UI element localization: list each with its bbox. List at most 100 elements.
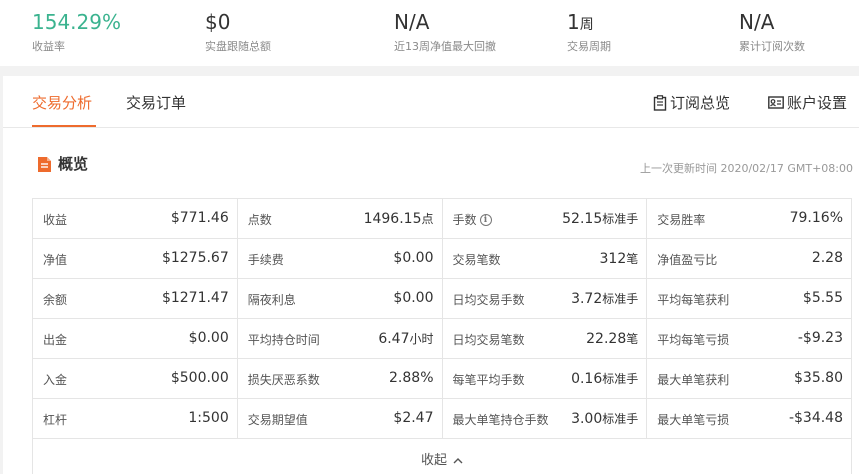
metric-label-text: 日均交易笔数 [452,333,525,347]
table-cell: 手续费 $0.00 [237,239,443,279]
table-row: 杠杆 1:500 交易期望值 $2.47 最大单笔持仓手数 3.00标准手 最大单笔亏损 -$… [33,399,852,439]
metric-label: 隔夜利息 [248,291,296,308]
metric-label-text: 最大单笔获利 [657,373,730,387]
table-cell: 平均持仓时间 6.47小时 [237,319,443,359]
metric-value: 2.88% [389,370,433,386]
metric-label: 日均交易手数 [453,291,525,308]
collapse-button[interactable]: 收起 [33,449,851,468]
document-icon [38,156,51,172]
metric-value: $0.00 [393,250,433,266]
metric-value-number: 22.28 [586,331,627,347]
metric-label: 最大单笔亏损 [657,411,729,428]
metric-value: $1271.47 [162,290,229,306]
metric-label-text: 点数 [247,213,272,227]
stat-value: $0 [205,10,231,34]
metric-value: 52.15标准手 [562,210,638,227]
table-cell: 出金 $0.00 [33,319,238,359]
stat-label: 交易周期 [567,40,611,53]
metric-value-number: 79.16% [789,210,843,226]
account-settings-icon [768,96,784,109]
metric-value: $2.47 [393,410,433,426]
table-cell: 日均交易手数 3.72标准手 [442,279,648,319]
overview-stats-table: 收益 $771.46 点数 1496.15点 手数 i 52.15标准手 交易胜率 79.16%… [32,198,852,474]
info-icon[interactable]: i [479,213,492,226]
metric-value-number: $35.80 [794,370,843,386]
table-cell: 每笔平均手数 0.16标准手 [442,359,648,399]
metric-label-text: 损失厌恶系数 [247,373,320,387]
metric-value-number: 0.16 [571,371,603,387]
metric-label-text: 交易期望值 [247,413,308,427]
metric-label-text: 净值盈亏比 [657,253,718,267]
stats-bar: 154.29% 收益率 $0 实盘跟随总额 N/A 近13周净值最大回撤 1周 … [0,0,859,66]
collapse-label: 收起 [420,453,447,468]
metric-label-text: 余额 [43,293,68,307]
metric-label: 手续费 [248,251,284,268]
tab-trade-analysis[interactable]: 交易分析 [32,93,92,113]
metric-label: 交易笔数 [453,251,501,268]
metric-value-unit: 标准手 [602,412,639,426]
metric-label-text: 隔夜利息 [247,293,296,307]
metric-label-text: 手数 [452,213,477,227]
stat-label: 实盘跟随总额 [205,40,271,53]
table-cell: 平均每笔亏损 -$9.23 [647,319,852,359]
metric-value-number: $0.00 [393,290,434,306]
subscription-overview-label: 订阅总览 [670,94,731,112]
metric-value-number: -$9.23 [797,330,843,346]
metric-label: 平均持仓时间 [248,331,320,348]
table-row: 收益 $771.46 点数 1496.15点 手数 i 52.15标准手 交易胜率 79.16% [33,199,852,239]
metric-label-text: 日均交易手数 [452,293,525,307]
tab-trade-orders[interactable]: 交易订单 [126,93,186,113]
table-cell: 净值 $1275.67 [33,239,238,279]
overview-header: 概览 [37,154,88,174]
metric-label: 收益 [43,211,67,228]
metric-label: 杠杆 [43,411,67,428]
metric-value: $500.00 [171,370,229,386]
metric-value-unit: 标准手 [602,372,639,386]
account-settings-button[interactable]: 账户设置 [768,93,847,113]
metric-value: 22.28笔 [586,330,638,347]
metric-label: 每笔平均手数 [453,371,525,388]
metric-label: 入金 [43,371,67,388]
table-cell: 余额 $1271.47 [33,279,238,319]
table-cell: 入金 $500.00 [33,359,238,399]
metric-label-text: 交易胜率 [657,213,706,227]
metric-value: 3.72标准手 [571,290,638,307]
metric-value-number: $1275.67 [161,250,229,266]
metric-label-text: 入金 [43,373,68,387]
metric-label: 日均交易笔数 [453,331,525,348]
metric-label: 余额 [43,291,67,308]
metric-value: $0.00 [393,290,433,306]
table-row: 净值 $1275.67 手续费 $0.00 交易笔数 312笔 净值盈亏比 2.28 [33,239,852,279]
table-cell: 平均每笔获利 $5.55 [647,279,852,319]
table-cell: 最大单笔亏损 -$34.48 [647,399,852,439]
metric-value: -$34.48 [789,410,843,426]
metric-value-number: 3.00 [571,411,603,427]
stat-follow-total: $0 实盘跟随总额 [205,9,271,55]
table-cell: 日均交易笔数 22.28笔 [442,319,648,359]
metric-label: 手数 i [453,211,492,228]
subscription-overview-button[interactable]: 订阅总览 [653,93,730,113]
chevron-up-icon [453,458,463,464]
metric-value-number: $1271.47 [161,290,229,306]
stat-return-rate: 154.29% 收益率 [32,9,121,55]
metric-label-text: 交易笔数 [452,253,501,267]
stat-trade-period: 1周 交易周期 [567,9,611,55]
metric-value-number: $5.55 [802,290,843,306]
stat-value: 1周 [567,10,594,34]
metric-value-unit: 点 [421,212,434,226]
metric-value: 2.28 [812,250,843,266]
metric-value-number: $0.00 [188,330,229,346]
metric-label-text: 平均每笔亏损 [657,333,730,347]
overview-title: 概览 [58,155,89,173]
last-updated-text: 上一次更新时间 2020/02/17 GMT+08:00 [639,162,853,175]
stat-label: 收益率 [32,40,65,53]
metric-value-number: 1496.15 [363,211,422,227]
metric-value-number: -$34.48 [788,410,843,426]
metric-label: 交易胜率 [657,211,705,228]
table-cell: 杠杆 1:500 [33,399,238,439]
metric-label-text: 最大单笔持仓手数 [452,413,549,427]
metric-label-text: 每笔平均手数 [452,373,525,387]
metric-value: 312笔 [600,250,639,267]
account-settings-label: 账户设置 [787,94,848,112]
table-row: 入金 $500.00 损失厌恶系数 2.88% 每笔平均手数 0.16标准手 最大单笔获利 $… [33,359,852,399]
